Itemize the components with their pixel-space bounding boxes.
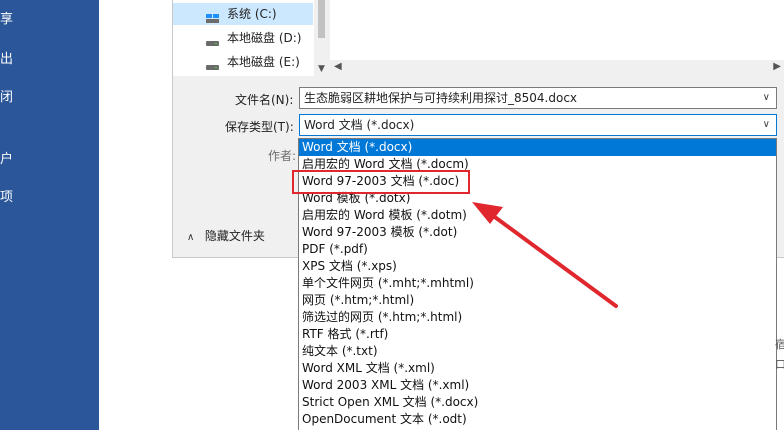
annotation-arrow-icon [472,202,618,308]
partial-text-fragment: 口 [775,358,784,371]
partial-text-fragment: 宿 [775,338,784,351]
